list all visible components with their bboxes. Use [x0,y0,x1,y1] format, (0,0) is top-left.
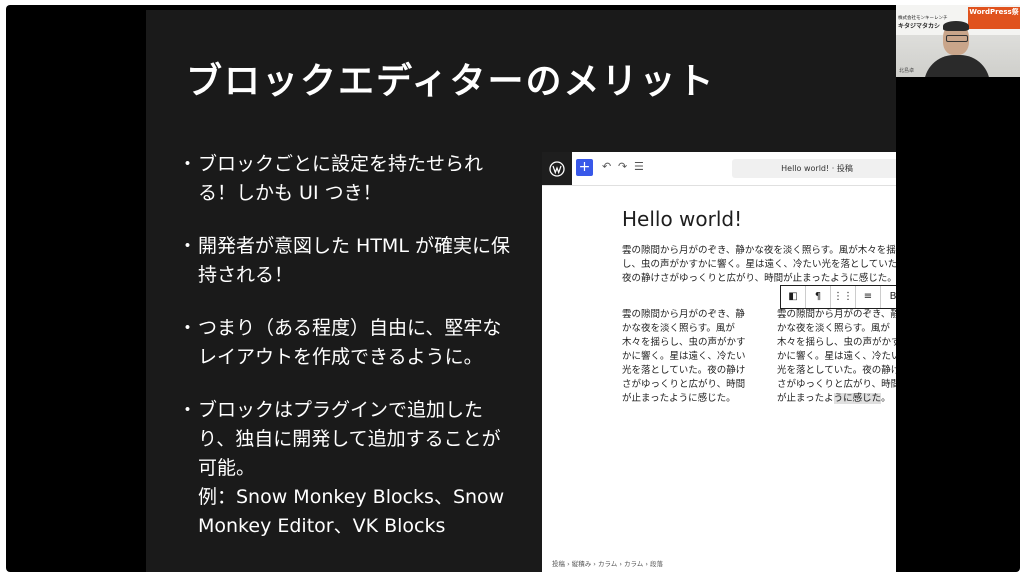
block-editor-screenshot: + ↶ ↷ ☰ Hello world! · 投稿 Hello world! 雲… [542,152,896,572]
post-title[interactable]: Hello world! [622,207,742,231]
column-left-paragraph[interactable]: 雲の隙間から月がのぞき、静かな夜を淡く照らす。風が木々を揺らし、虫の声がかすかに… [622,308,752,406]
block-breadcrumb[interactable]: 投稿 › 縦積み › カラム › カラム › 段落 [552,558,663,568]
align-icon[interactable]: ≡ [856,286,881,308]
bullet-text: つまり（ある程度）自由に、堅牢なレイアウトを作成できるように。 [198,317,502,368]
bullet-mark: ・ [178,399,198,421]
speaker-name: キタジマタカシ [898,23,941,30]
text-selection: うに感じた [833,393,882,404]
document-title-bar[interactable]: Hello world! · 投稿 [732,159,896,178]
wordpress-logo-icon[interactable] [542,152,572,185]
video-stage: ブロックエディターのメリット ・ ブロックごとに設定を持たせられる！しかも UI… [6,5,1020,572]
paragraph-icon[interactable]: ¶ [806,286,831,308]
bullet-item: ・ ブロックごとに設定を持たせられる！しかも UI つき！ [178,150,518,208]
redo-icon[interactable]: ↷ [618,160,627,173]
paragraph-block[interactable]: 雲の隙間から月がのぞき、静かな夜を淡く照らす。風が木々を揺らし、虫の声がかすかに… [622,244,896,286]
block-type-icon[interactable]: ◧ [781,286,806,308]
block-toolbar: ◧ ¶ ⋮⋮ ≡ B [780,285,896,309]
speaker-name-tag: 株式会社モンキーレンチ キタジマタカシ [898,15,948,30]
editor-toolbar: + ↶ ↷ ☰ Hello world! · 投稿 [542,152,896,186]
event-logo: WordPress祭 [968,7,1020,29]
bullet-mark: ・ [178,153,198,175]
undo-icon[interactable]: ↶ [602,160,611,173]
speaker-hair [943,21,969,31]
speaker-glasses [946,35,968,42]
bullet-item: ・ ブロックはプラグインで追加したり、独自に開発して追加することが可能。 例：S… [178,396,518,541]
column-right-text: 雲の隙間から月がのぞき、静かな夜を淡く照らす。風が木々を揺らし、虫の声がかすかに… [777,309,896,404]
bullet-list: ・ ブロックごとに設定を持たせられる！しかも UI つき！ ・ 開発者が意図した… [178,150,518,565]
drag-handle-icon[interactable]: ⋮⋮ [831,286,856,308]
participant-label: 北島卓 [899,68,915,74]
bullet-item: ・ 開発者が意図した HTML が確実に保持される！ [178,232,518,290]
slide-title: ブロックエディターのメリット [186,61,716,102]
bullet-text: ブロックはプラグインで追加したり、独自に開発して追加することが可能。 [198,399,501,479]
column-right-paragraph[interactable]: 雲の隙間から月がのぞき、静かな夜を淡く照らす。風が木々を揺らし、虫の声がかすかに… [777,308,896,406]
bullet-example: 例：Snow Monkey Blocks、Snow Monkey Editor、… [198,486,505,537]
column-right-tail: 。 [881,393,891,404]
presentation-slide: ブロックエディターのメリット ・ ブロックごとに設定を持たせられる！しかも UI… [146,10,896,572]
bullet-item: ・ つまり（ある程度）自由に、堅牢なレイアウトを作成できるように。 [178,314,518,372]
bullet-text: 開発者が意図した HTML が確実に保持される！ [198,235,510,286]
list-view-icon[interactable]: ☰ [634,160,644,173]
bullet-mark: ・ [178,235,198,257]
add-block-button[interactable]: + [576,159,593,176]
company-name: 株式会社モンキーレンチ [898,16,948,21]
bullet-text: ブロックごとに設定を持たせられる！しかも UI つき！ [198,153,484,204]
bullet-text-group: ブロックはプラグインで追加したり、独自に開発して追加することが可能。 例：Sno… [198,396,518,541]
speaker-webcam: 株式会社モンキーレンチ キタジマタカシ WordPress祭 北島卓 [896,5,1020,77]
bold-button[interactable]: B [881,286,896,308]
bullet-mark: ・ [178,317,198,339]
